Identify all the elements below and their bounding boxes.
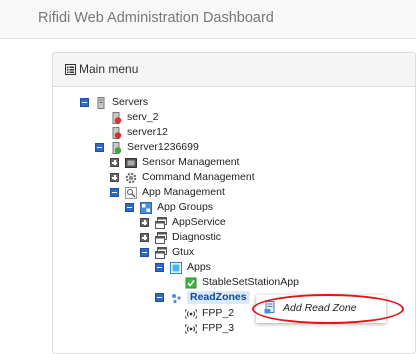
tree-label-selected: ReadZones [187, 291, 250, 304]
tree-label: serv_2 [127, 111, 159, 123]
tree-node-diagnostic[interactable]: Diagnostic [140, 230, 221, 245]
tree-label: Diagnostic [172, 231, 222, 243]
window-group-icon [155, 246, 167, 259]
tree-node-appservice[interactable]: AppService [140, 215, 226, 230]
expand-toggle[interactable] [110, 158, 119, 167]
collapse-toggle[interactable] [110, 188, 119, 197]
tree-node-gtux[interactable]: Gtux [140, 245, 194, 260]
collapse-toggle[interactable] [155, 263, 164, 272]
tree-node-fpp-2[interactable]: FPP_2 [170, 306, 234, 321]
tree-node-readzones[interactable]: ReadZones [155, 290, 250, 305]
window-group-icon [155, 216, 167, 229]
tree-node-stable-app[interactable]: StableSetStationApp [170, 275, 299, 290]
tree-label: App Management [142, 186, 225, 198]
collapse-toggle[interactable] [140, 248, 149, 257]
readzones-icon [172, 293, 181, 303]
expand-toggle[interactable] [110, 173, 119, 182]
tree-label: FPP_3 [202, 322, 235, 334]
server-offline-icon [112, 111, 122, 124]
window-group-icon [155, 231, 167, 244]
checkbox-checked-icon [185, 277, 197, 288]
tree-label: Apps [187, 261, 211, 273]
expand-toggle[interactable] [140, 233, 149, 242]
tree-node-app-management[interactable]: App Management [110, 185, 225, 200]
collapse-toggle[interactable] [95, 143, 104, 152]
tree-label: Server1236699 [127, 141, 199, 153]
tree-node-server1236699[interactable]: Server1236699 [95, 140, 199, 155]
tree-node-fpp-3[interactable]: FPP_3 [170, 321, 234, 336]
panel-heading: Main menu [53, 53, 415, 87]
panel-title: Main menu [79, 62, 139, 76]
tree-node-command-management[interactable]: Command Management [110, 170, 255, 185]
collapse-toggle[interactable] [80, 98, 89, 107]
tree-node-server12[interactable]: server12 [95, 125, 168, 140]
tree-label: App Groups [157, 201, 214, 213]
server-offline-icon [112, 126, 122, 139]
app-groups-icon [140, 201, 152, 214]
sensor-icon [125, 157, 137, 168]
collapse-toggle[interactable] [125, 203, 134, 212]
list-icon [65, 64, 76, 75]
top-navbar: Rifidi Web Administration Dashboard [0, 0, 416, 39]
tree-node-apps[interactable]: Apps [155, 260, 211, 275]
expand-toggle[interactable] [140, 218, 149, 227]
server-online-icon [112, 141, 122, 154]
tree-node-serv-2[interactable]: serv_2 [95, 110, 159, 125]
gear-icon [125, 172, 137, 183]
add-zone-icon [264, 301, 275, 314]
app-management-icon [125, 186, 137, 199]
tree-label: Command Management [142, 171, 255, 183]
tree-label: server12 [127, 126, 168, 138]
tree-label: StableSetStationApp [202, 276, 299, 288]
tree-label: Gtux [172, 246, 195, 258]
tree-label: AppService [172, 216, 226, 228]
tree-node-sensor-management[interactable]: Sensor Management [110, 155, 239, 170]
antenna-icon [185, 323, 197, 334]
context-menu: Add Read Zone [256, 295, 386, 323]
server-rack-icon [97, 96, 105, 109]
antenna-icon [185, 308, 197, 319]
add-read-zone-menu-item[interactable]: Add Read Zone [264, 301, 357, 314]
collapse-toggle[interactable] [155, 293, 164, 302]
app-title[interactable]: Rifidi Web Administration Dashboard [38, 10, 274, 26]
apps-icon [170, 261, 182, 274]
menu-item-label: Add Read Zone [283, 301, 357, 314]
tree-node-servers[interactable]: Servers [80, 95, 148, 110]
tree-label: Sensor Management [142, 156, 240, 168]
tree-label: FPP_2 [202, 307, 235, 319]
tree-node-app-groups[interactable]: App Groups [125, 200, 213, 215]
tree-label: Servers [112, 96, 149, 108]
